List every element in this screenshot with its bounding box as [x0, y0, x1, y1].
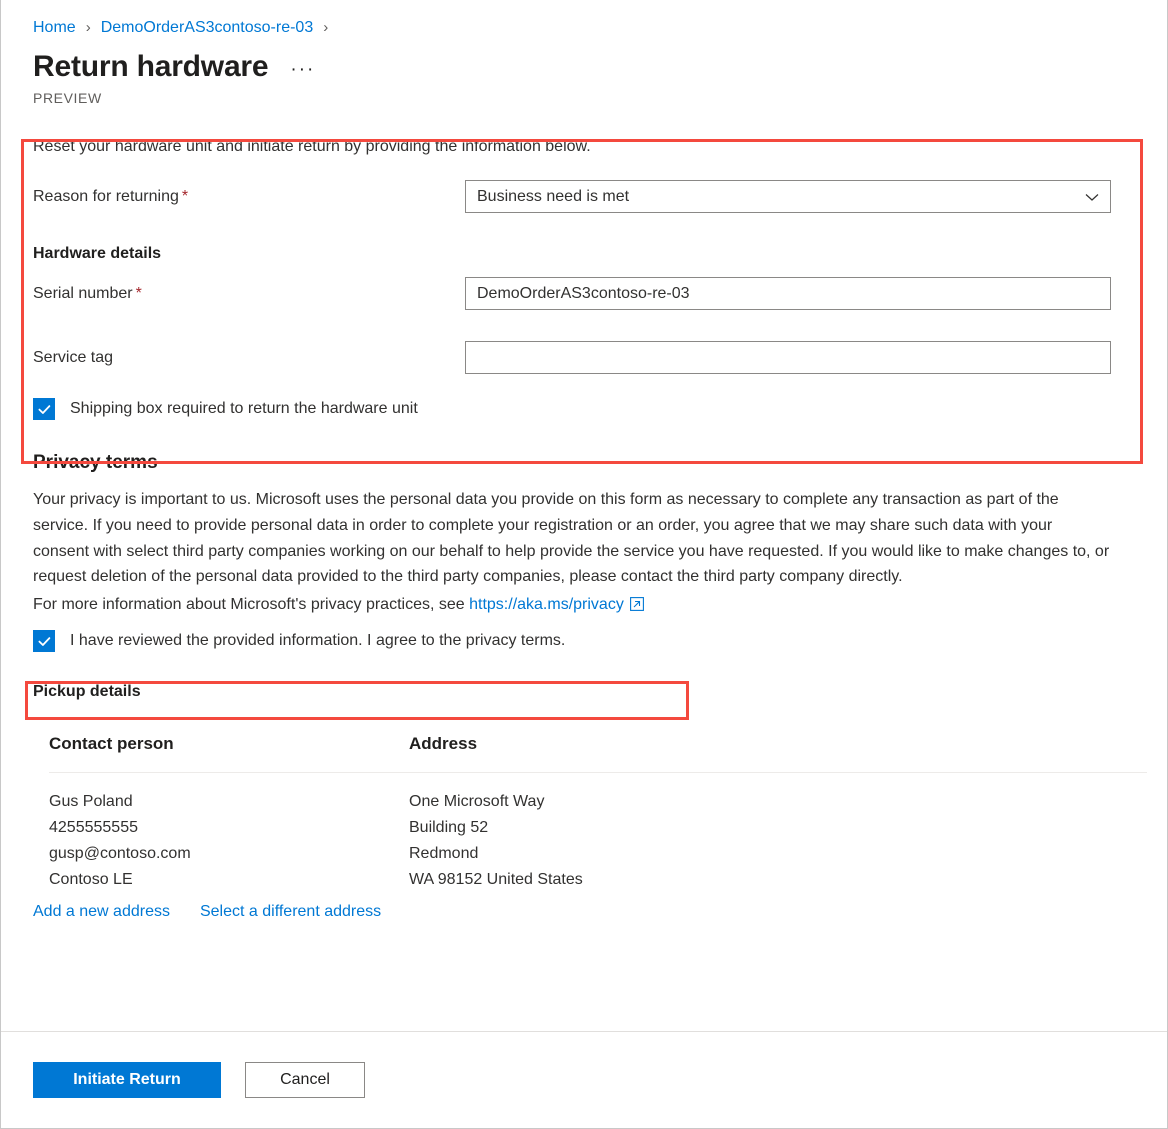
hardware-details-heading: Hardware details	[33, 245, 162, 262]
breadcrumb-separator-icon: ›	[85, 19, 91, 36]
breadcrumb-separator-icon: ›	[323, 19, 329, 36]
service-tag-control	[465, 341, 1111, 374]
page-content: Home › DemoOrderAS3contoso-re-03 › Retur…	[1, 0, 1167, 1031]
privacy-terms-heading: Privacy terms	[33, 452, 158, 473]
select-different-address-link[interactable]: Select a different address	[200, 903, 381, 921]
address-city: Redmond	[409, 845, 479, 863]
return-form: Reset your hardware unit and initiate re…	[1, 127, 1167, 420]
privacy-agreement-label[interactable]: I have reviewed the provided information…	[70, 630, 565, 652]
serial-number-label: Serial number *	[33, 283, 465, 305]
reason-control: Business need is met	[465, 180, 1111, 213]
required-indicator: *	[135, 284, 142, 302]
contact-phone: 4255555555	[49, 819, 138, 837]
reason-label-text: Reason for returning	[33, 187, 179, 205]
reason-select[interactable]: Business need is met	[465, 180, 1111, 213]
shipping-box-checkbox[interactable]	[33, 398, 55, 420]
reason-selected-value: Business need is met	[477, 188, 630, 205]
more-options-icon[interactable]: ···	[290, 60, 315, 79]
check-icon	[38, 636, 50, 646]
service-tag-label: Service tag	[33, 348, 114, 366]
privacy-terms-body: Your privacy is important to us. Microso…	[33, 491, 1110, 586]
cell-contact-person: Gus Poland 4255555555 gusp@contoso.com C…	[49, 789, 409, 893]
privacy-agreement-checkbox[interactable]	[33, 630, 55, 653]
serial-number-input[interactable]: DemoOrderAS3contoso-re-03	[465, 277, 1111, 310]
add-new-address-link[interactable]: Add a new address	[33, 903, 170, 921]
contact-name: Gus Poland	[49, 793, 133, 811]
check-icon	[38, 404, 50, 414]
privacy-agreement-row: I have reviewed the provided information…	[1, 630, 1167, 653]
pickup-details-table: Contact person Address Gus Poland 425555…	[1, 732, 1167, 893]
cell-address: One Microsoft Way Building 52 Redmond WA…	[409, 789, 1147, 893]
column-header-contact-person: Contact person	[49, 734, 174, 754]
address-line-1: One Microsoft Way	[409, 793, 545, 811]
pickup-details-heading: Pickup details	[33, 683, 141, 701]
cancel-button[interactable]: Cancel	[245, 1062, 365, 1098]
contact-company: Contoso LE	[49, 871, 133, 889]
page-title: Return hardware	[33, 50, 269, 83]
initiate-return-button[interactable]: Initiate Return	[33, 1062, 221, 1098]
address-line-2: Building 52	[409, 819, 489, 837]
table-row: Gus Poland 4255555555 gusp@contoso.com C…	[49, 773, 1147, 893]
privacy-link-prefix: For more information about Microsoft's p…	[33, 596, 465, 614]
external-link-icon[interactable]	[629, 596, 644, 618]
breadcrumb-item-order[interactable]: DemoOrderAS3contoso-re-03	[101, 17, 314, 39]
form-intro-text: Reset your hardware unit and initiate re…	[33, 138, 591, 155]
breadcrumb-item-home[interactable]: Home	[33, 17, 76, 39]
contact-email: gusp@contoso.com	[49, 845, 191, 863]
breadcrumb: Home › DemoOrderAS3contoso-re-03 ›	[1, 0, 1167, 39]
address-actions: Add a new address Select a different add…	[1, 903, 1167, 921]
privacy-link-line: For more information about Microsoft's p…	[1, 594, 1167, 618]
address-region: WA 98152 United States	[409, 871, 583, 889]
page-root: Home › DemoOrderAS3contoso-re-03 › Retur…	[0, 0, 1168, 1129]
chevron-down-icon	[1085, 190, 1099, 204]
footer-action-bar: Initiate Return Cancel	[1, 1031, 1167, 1128]
field-service-tag: Service tag	[33, 341, 1167, 374]
field-reason-for-returning: Reason for returning * Business need is m…	[33, 180, 1167, 213]
table-header-row: Contact person Address	[49, 732, 1147, 774]
shipping-box-checkbox-row: Shipping box required to return the hard…	[33, 398, 1167, 420]
shipping-box-checkbox-label[interactable]: Shipping box required to return the hard…	[70, 398, 418, 420]
service-tag-input[interactable]	[465, 341, 1111, 374]
preview-badge: PREVIEW	[33, 90, 102, 106]
serial-number-control: DemoOrderAS3contoso-re-03	[465, 277, 1111, 310]
required-indicator: *	[181, 187, 189, 205]
reason-label: Reason for returning *	[33, 186, 465, 208]
title-row: Return hardware ···	[1, 39, 1167, 86]
column-header-address: Address	[409, 734, 478, 754]
serial-number-label-text: Serial number	[33, 284, 133, 302]
privacy-policy-link[interactable]: https://aka.ms/privacy	[469, 596, 624, 613]
field-serial-number: Serial number * DemoOrderAS3contoso-re-03	[33, 277, 1167, 310]
